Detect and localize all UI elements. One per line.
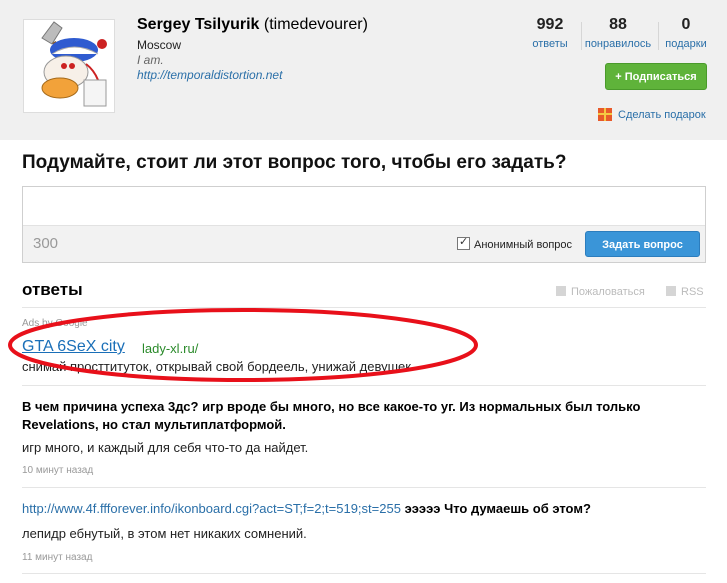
- question-input[interactable]: 300 Анонимный вопрос Задать вопрос: [22, 186, 706, 263]
- avatar[interactable]: [23, 19, 115, 113]
- highlight-ellipse: [8, 308, 478, 382]
- answers-heading: ответы: [22, 280, 83, 299]
- ask-title: Подумайте, стоит ли этот вопрос того, чт…: [22, 152, 567, 173]
- warning-icon: [556, 286, 566, 296]
- anonymous-checkbox[interactable]: [457, 235, 470, 250]
- stat-divider: [658, 22, 659, 50]
- gift-link[interactable]: Сделать подарок: [598, 108, 706, 121]
- profile-website-link[interactable]: http://temporaldistortion.net: [137, 68, 282, 82]
- stat-answers-count: 992: [536, 16, 564, 33]
- answer-time[interactable]: 10 минут назад: [22, 465, 93, 476]
- rss-icon: [666, 286, 676, 296]
- answer-text: игр много, и каждый для себя что-то да н…: [22, 440, 309, 455]
- subscribe-button[interactable]: + Подписаться: [605, 63, 707, 90]
- profile-city: Moscow: [137, 38, 182, 52]
- answer-text: лепидр ебнутый, в этом нет никаких сомне…: [22, 526, 307, 541]
- profile-fullname: Sergey Tsilyurik: [137, 16, 260, 33]
- stat-gifts[interactable]: 0 подарки: [662, 16, 710, 50]
- stat-gifts-count: 0: [681, 16, 691, 33]
- char-counter: 300: [33, 235, 59, 252]
- divider: [22, 385, 706, 386]
- question-body: эээээ Что думаешь об этом?: [404, 501, 591, 516]
- divider: [22, 487, 706, 488]
- anonymous-toggle[interactable]: Анонимный вопрос: [457, 235, 573, 251]
- rss-link[interactable]: RSS: [666, 286, 704, 298]
- report-label: Пожаловаться: [571, 286, 645, 298]
- rss-label: RSS: [681, 286, 704, 298]
- stat-answers-label: ответы: [532, 38, 568, 50]
- stat-gifts-label: подарки: [665, 38, 707, 50]
- question-link[interactable]: http://www.4f.ffforever.info/ikonboard.c…: [22, 501, 401, 516]
- profile-username: (timedevourer): [263, 16, 368, 33]
- profile-about: I am.: [137, 53, 164, 67]
- profile-header: Sergey Tsilyurik (timedevourer) Moscow I…: [0, 0, 727, 140]
- gift-icon: [598, 108, 612, 121]
- stat-divider: [581, 22, 582, 50]
- answer-time[interactable]: 11 минут назад: [22, 552, 92, 563]
- avatar-image: [24, 20, 114, 112]
- question-text: В чем причина успеха 3дс? игр вроде бы м…: [22, 399, 641, 432]
- gift-link-label: Сделать подарок: [618, 109, 706, 121]
- report-link[interactable]: Пожаловаться: [556, 286, 645, 298]
- stat-likes-label: понравилось: [584, 38, 652, 50]
- profile-name: Sergey Tsilyurik (timedevourer): [137, 16, 368, 34]
- divider: [22, 573, 706, 574]
- stat-likes[interactable]: 88 понравилось: [583, 16, 653, 50]
- stat-likes-count: 88: [609, 16, 627, 33]
- question-toolbar: 300 Анонимный вопрос Задать вопрос: [23, 225, 705, 262]
- anonymous-label: Анонимный вопрос: [474, 239, 573, 251]
- question-text: http://www.4f.ffforever.info/ikonboard.c…: [22, 500, 682, 518]
- stat-answers[interactable]: 992 ответы: [524, 16, 576, 50]
- ask-question-button[interactable]: Задать вопрос: [585, 231, 700, 257]
